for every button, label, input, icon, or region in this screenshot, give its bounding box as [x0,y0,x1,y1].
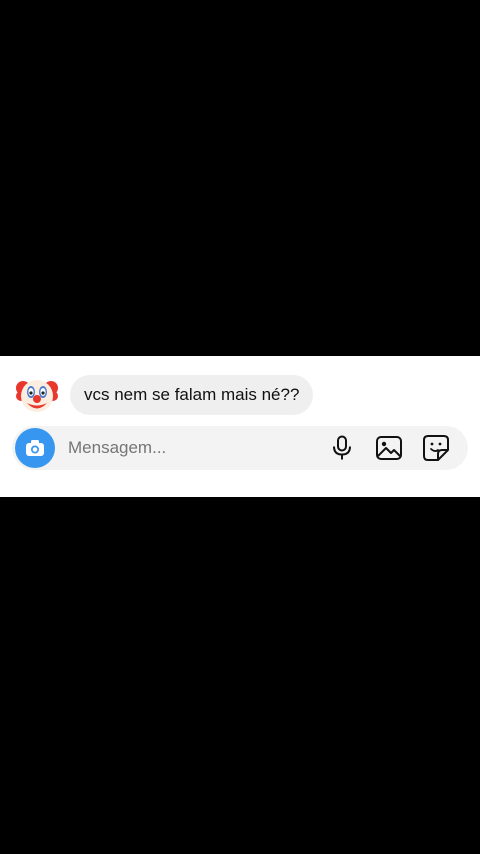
camera-button[interactable] [15,428,55,468]
microphone-button[interactable] [322,428,362,468]
chat-panel: vcs nem se falam mais né?? [0,356,480,497]
sticker-button[interactable] [416,428,456,468]
top-letterbox [0,0,480,356]
gallery-button[interactable] [369,428,409,468]
gallery-icon [376,436,402,460]
microphone-icon [333,435,351,460]
camera-icon [26,440,44,456]
message-bubble[interactable]: vcs nem se falam mais né?? [70,375,314,415]
message-row: vcs nem se falam mais né?? [16,374,314,416]
message-composer [12,426,468,470]
clown-face-icon [16,380,58,412]
bottom-letterbox [0,497,480,854]
message-input[interactable] [68,428,322,468]
sticker-icon [423,435,449,461]
